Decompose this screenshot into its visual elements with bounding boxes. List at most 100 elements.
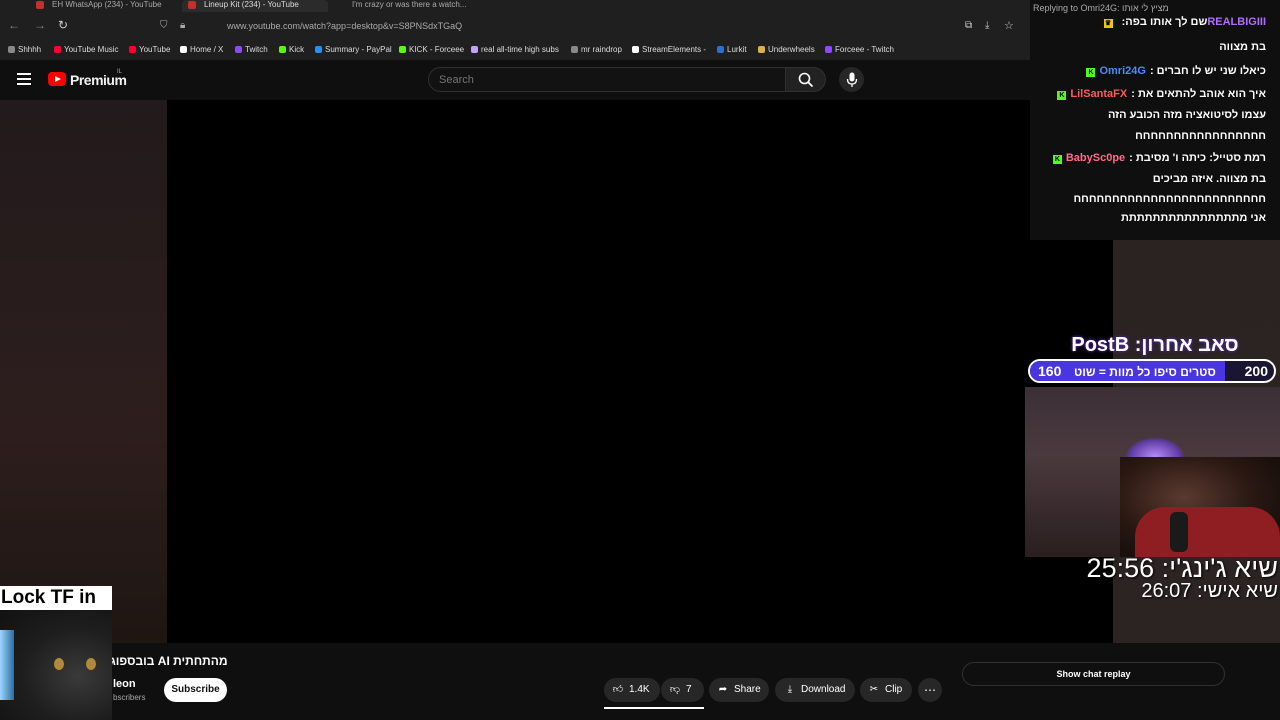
share-button[interactable]: ➦ Share [709, 678, 769, 702]
url-text[interactable]: www.youtube.com/watch?app=desktop&v=S8PN… [227, 21, 462, 31]
chat-message: בת מצווה [1219, 41, 1266, 53]
lock-in-caption: Lock TF in [0, 586, 112, 610]
search-button[interactable] [786, 67, 826, 92]
chat-message: רמת סטייל: כיתה ו' מסיבת :BabySc0peK [1052, 152, 1266, 164]
like-button[interactable]: 👍︎ 1.4K [604, 678, 660, 702]
bookmark-favicon-icon [717, 46, 724, 53]
chat-message: חחחחחחחחחחחחחחחחחחחחחחחחח [1073, 193, 1266, 205]
channel-name[interactable]: leon [113, 678, 136, 690]
youtube-logo-icon[interactable] [48, 72, 66, 86]
browser-tab[interactable]: I'm crazy or was there a watch... [330, 0, 478, 12]
browser-tab[interactable]: EH WhatsApp (234) - YouTube [30, 0, 180, 12]
bookmark-favicon-icon [632, 46, 639, 53]
bookmark-favicon-icon [235, 46, 242, 53]
chat-message: אני מתתתתתתתתתתתתתתת [1121, 212, 1266, 224]
bookmark-favicon-icon [8, 46, 15, 53]
kick-badge-icon: ♛ [1103, 19, 1113, 28]
scissors-icon: ✂ [869, 684, 879, 695]
kick-badge-icon: K [1052, 155, 1062, 164]
bookmark-item[interactable]: Forceee - Twitch [825, 45, 894, 54]
chat-username: LilSantaFX [1070, 88, 1128, 100]
bookmark-favicon-icon [825, 46, 832, 53]
thumbs-up-icon: 👍︎ [612, 684, 624, 695]
goal-description: סטרים סיפו כל מוות = שוט [1074, 365, 1216, 379]
chat-message: כיאלו שני יש לו חברים :Omri24GK [1086, 65, 1266, 77]
bookmark-favicon-icon [315, 46, 322, 53]
chat-username: BabySc0pe [1065, 152, 1126, 164]
country-code: IL [117, 69, 123, 75]
clip-button[interactable]: ✂ Clip [860, 678, 912, 702]
chat-message: בת מצווה. איזה מביכים [1153, 173, 1266, 185]
show-chat-replay-button[interactable]: Show chat replay [962, 662, 1225, 686]
bookmark-favicon-icon [54, 46, 61, 53]
bookmark-item[interactable]: KICK - Forceee [399, 45, 464, 54]
record-timer-personal: שיא אישי: 26:07 [1141, 580, 1278, 602]
bookmark-item[interactable]: Home / X [180, 45, 223, 54]
dislike-button[interactable]: 👎︎ 7 [661, 678, 704, 702]
subscriber-count: bscribers [113, 693, 146, 702]
bookmark-favicon-icon [279, 46, 286, 53]
video-title: מהתחתית AI בובספוג [110, 654, 228, 668]
browser-tab-active[interactable]: Lineup Kit (234) - YouTube [182, 0, 328, 12]
chat-username: REALBIGIII [1207, 16, 1266, 28]
bookmark-favicon-icon [399, 46, 406, 53]
video-player[interactable] [167, 100, 1113, 643]
search-input[interactable] [428, 67, 786, 92]
reload-icon[interactable]: ↻ [58, 18, 68, 32]
download-icon[interactable]: ⤓ [985, 20, 989, 31]
like-ratio-bar [604, 707, 704, 709]
bookmark-item[interactable]: Twitch [235, 45, 268, 54]
chat-reply-context: Replying to Omri24G: מציץ לי אותו [1033, 3, 1169, 13]
forward-arrow-icon[interactable]: → [34, 18, 46, 32]
chat-text: אני מתתתתתתתתתתתתתתת [1120, 212, 1266, 224]
chat-text: איך הוא אוהב להתאים את : [1131, 88, 1266, 100]
bookmark-item[interactable]: Shhhh [8, 45, 41, 54]
voice-search-button[interactable] [839, 67, 864, 92]
sub-goal-bar: 160 סטרים סיפו כל מוות = שוט 200 [1028, 359, 1276, 383]
download-icon: ⤓ [787, 684, 793, 695]
chat-username: Omri24G [1099, 65, 1146, 77]
more-actions-button[interactable]: ⋯ [918, 678, 942, 702]
search-icon [798, 72, 814, 88]
streamer-webcam [1025, 387, 1280, 557]
bookmark-star-icon[interactable]: ☆ [1004, 19, 1014, 32]
bookmark-item[interactable]: Summary - PayPal [315, 45, 392, 54]
bookmark-item[interactable]: Lurkit [717, 45, 747, 54]
chat-text: כיאלו שני יש לו חברים : [1149, 65, 1266, 77]
chat-message: איך הוא אוהב להתאים את :LilSantaFXK [1057, 88, 1266, 100]
download-button[interactable]: ⤓ Download [775, 678, 855, 702]
bookmark-favicon-icon [180, 46, 187, 53]
bookmark-item[interactable]: mr raindrop [571, 45, 622, 54]
share-arrow-icon: ➦ [718, 684, 728, 695]
chat-text: בת מצווה [1219, 41, 1266, 53]
bookmark-item[interactable]: Kick [279, 45, 304, 54]
chat-message: חחחחחחחחחחחחחחחחח [1135, 130, 1266, 142]
more-horizontal-icon: ⋯ [924, 683, 936, 697]
bookmark-item[interactable]: StreamElements - [632, 45, 706, 54]
chat-text: עצמו לסיטואציה מזה הכובע הזה [1107, 109, 1266, 121]
bookmark-item[interactable]: Underwheels [758, 45, 815, 54]
menu-icon[interactable] [17, 73, 31, 85]
ambient-background-left [0, 100, 167, 645]
bookmark-favicon-icon [758, 46, 765, 53]
lock-icon[interactable]: 🔒︎ [180, 20, 185, 31]
bookmark-item[interactable]: YouTube Music [54, 45, 119, 54]
bookmark-item[interactable]: real all-time high subs [471, 45, 559, 54]
chat-message: עצמו לסיטואציה מזה הכובע הזה [1108, 109, 1266, 121]
install-app-icon[interactable]: ⧉ [965, 20, 972, 31]
chat-message: REALBIGIIIשם לך אותו בפה: ♛ [1103, 16, 1266, 28]
chat-badges: ♛ [1103, 16, 1113, 28]
youtube-favicon-icon [36, 1, 44, 9]
microphone-icon [846, 72, 858, 87]
youtube-favicon-icon [188, 1, 196, 9]
bookmark-item[interactable]: YouTube [129, 45, 170, 54]
subscribe-button[interactable]: Subscribe [164, 678, 227, 702]
goal-target: 200 [1244, 363, 1268, 379]
kick-badge-icon: K [1057, 91, 1067, 100]
goal-current: 160 [1038, 363, 1062, 379]
kick-badge-icon: K [1086, 68, 1096, 77]
back-arrow-icon[interactable]: ← [8, 18, 20, 32]
shield-icon[interactable]: ⛉ [160, 20, 168, 31]
chat-text: בת מצווה. איזה מביכים [1152, 173, 1266, 185]
last-subscriber-label: סאב אחרון: PostB [1071, 334, 1239, 356]
